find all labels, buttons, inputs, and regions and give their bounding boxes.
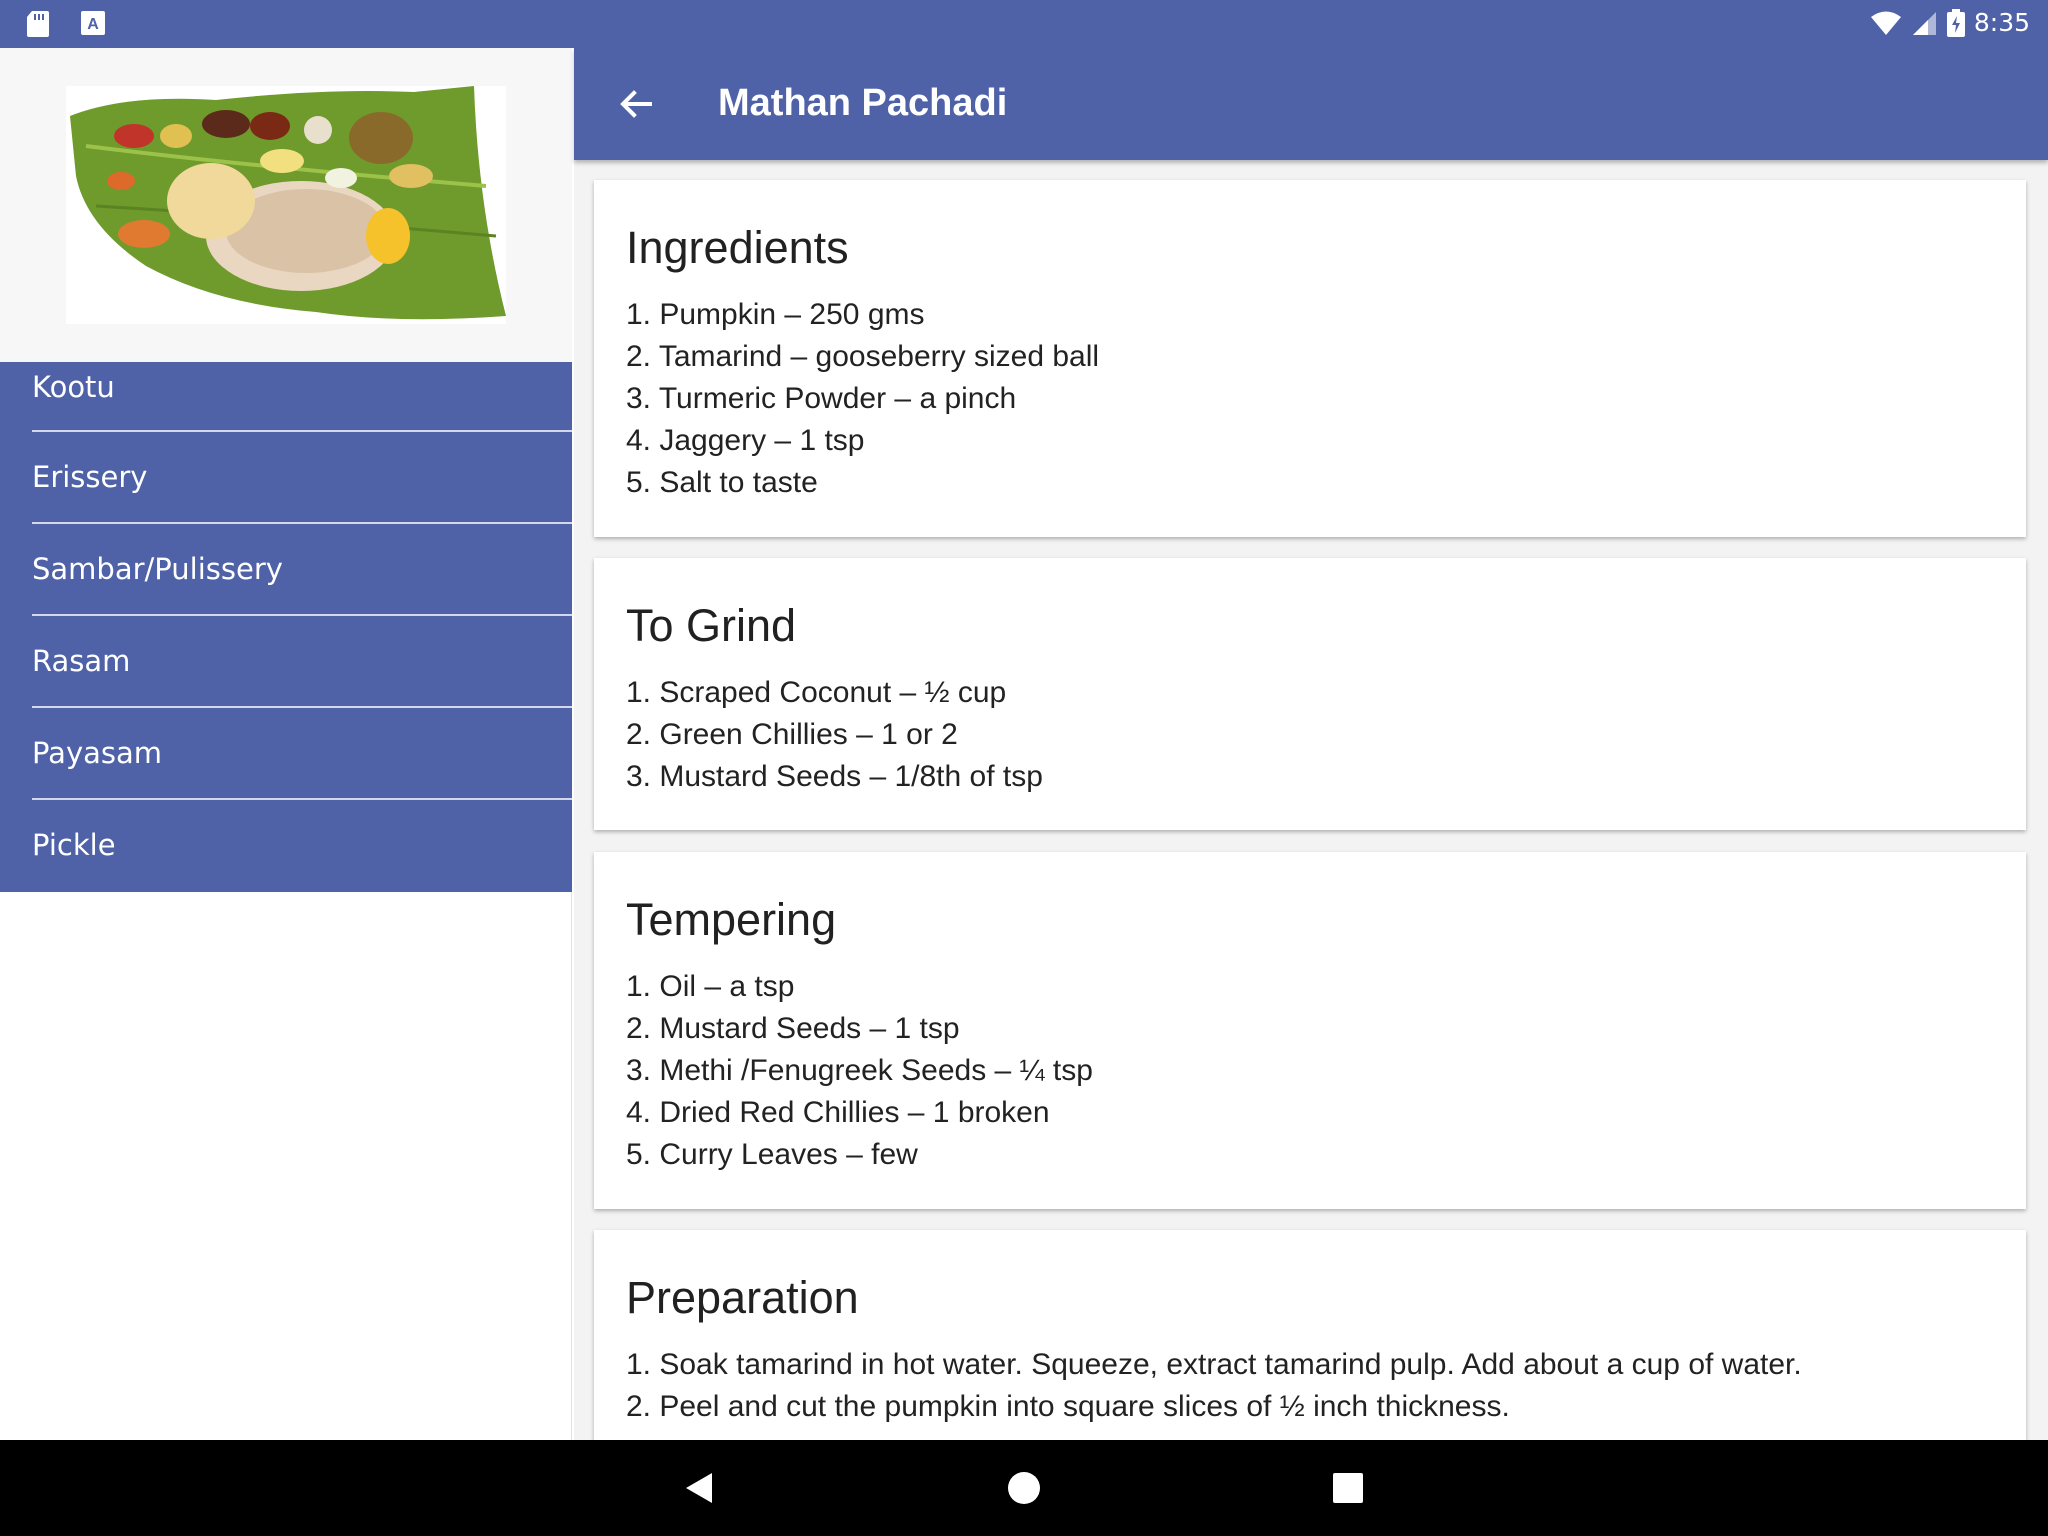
list-item: 2. Peel and cut the pumpkin into square …	[626, 1390, 1510, 1423]
nav-item-pickle[interactable]: Pickle	[0, 800, 572, 892]
app-bar: Mathan Pachadi	[574, 48, 2048, 160]
system-navigation-bar	[0, 1440, 2048, 1536]
list-item: 1. Scraped Coconut – ½ cup	[626, 676, 1007, 709]
list-item: 1. Oil – a tsp	[626, 970, 795, 1003]
sadya-meal-image	[66, 86, 506, 324]
nav-item-sambar-pulissery[interactable]: Sambar/Pulissery	[0, 524, 572, 616]
sd-card-icon	[27, 11, 49, 37]
page-title: Mathan Pachadi	[718, 82, 1008, 124]
section-card-tempering: Tempering 1. Oil – a tsp 2. Mustard Seed…	[594, 852, 2026, 1209]
keyboard-a-icon: A	[81, 11, 105, 35]
nav-item-label: Erissery	[32, 460, 148, 494]
recipe-content[interactable]: Ingredients 1. Pumpkin – 250 gms 2. Tama…	[574, 160, 2048, 1440]
arrow-back-icon[interactable]	[614, 82, 658, 126]
nav-item-erissery[interactable]: Erissery	[0, 432, 572, 524]
section-card-preparation: Preparation 1. Soak tamarind in hot wate…	[594, 1230, 2026, 1440]
nav-item-rasam[interactable]: Rasam	[0, 616, 572, 708]
section-heading: Ingredients	[626, 222, 849, 273]
list-item: 1. Pumpkin – 250 gms	[626, 298, 925, 331]
list-item: 5. Salt to taste	[626, 466, 818, 499]
svg-text:A: A	[87, 16, 99, 33]
drawer-header	[0, 48, 572, 362]
home-circle-icon[interactable]	[1004, 1468, 1044, 1508]
nav-item-label: Kootu	[32, 370, 115, 404]
nav-item-kootu[interactable]: Kootu	[0, 362, 572, 432]
status-bar: A 8:35	[0, 0, 2048, 48]
battery-charging-icon	[1946, 8, 1965, 37]
nav-item-label: Rasam	[32, 644, 131, 678]
list-item: 1. Soak tamarind in hot water. Squeeze, …	[626, 1348, 1802, 1381]
list-item: 2. Tamarind – gooseberry sized ball	[626, 340, 1100, 373]
list-item: 4. Jaggery – 1 tsp	[626, 424, 865, 457]
list-item: 2. Mustard Seeds – 1 tsp	[626, 1012, 960, 1045]
list-item: 5. Curry Leaves – few	[626, 1138, 918, 1171]
cell-signal-icon	[1912, 11, 1936, 35]
recents-square-icon[interactable]	[1328, 1468, 1368, 1508]
clock: 8:35	[1973, 8, 2030, 37]
wifi-icon	[1870, 11, 1901, 35]
back-triangle-icon[interactable]	[680, 1468, 720, 1508]
section-heading: To Grind	[626, 600, 797, 651]
list-item: 4. Dried Red Chillies – 1 broken	[626, 1096, 1050, 1129]
list-item: 3. Methi /Fenugreek Seeds – ¼ tsp	[626, 1054, 1093, 1087]
section-heading: Preparation	[626, 1272, 859, 1323]
nav-item-label: Sambar/Pulissery	[32, 552, 283, 586]
list-item: 3. Turmeric Powder – a pinch	[626, 382, 1017, 415]
section-card-ingredients: Ingredients 1. Pumpkin – 250 gms 2. Tama…	[594, 180, 2026, 537]
nav-item-label: Pickle	[32, 828, 116, 862]
list-item: 2. Green Chillies – 1 or 2	[626, 718, 958, 751]
list-item: 3. Mustard Seeds – 1/8th of tsp	[626, 760, 1043, 793]
section-heading: Tempering	[626, 894, 837, 945]
nav-item-payasam[interactable]: Payasam	[0, 708, 572, 800]
nav-item-label: Payasam	[32, 736, 163, 770]
recipe-category-list: Kootu Erissery Sambar/Pulissery Rasam Pa…	[0, 362, 572, 892]
navigation-drawer: Kootu Erissery Sambar/Pulissery Rasam Pa…	[0, 48, 572, 1440]
section-card-to-grind: To Grind 1. Scraped Coconut – ½ cup 2. G…	[594, 558, 2026, 830]
